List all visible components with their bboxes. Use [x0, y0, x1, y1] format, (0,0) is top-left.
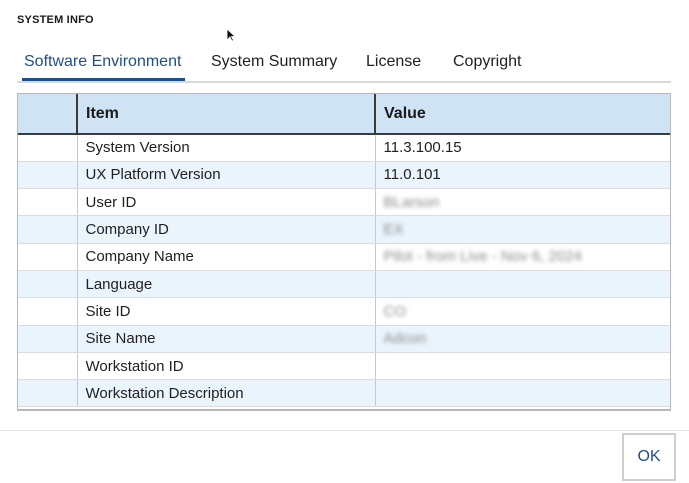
row-selector-cell[interactable] [18, 325, 78, 353]
table-row[interactable]: Workstation ID [18, 352, 670, 381]
table-row[interactable]: User ID BLarson [18, 188, 670, 217]
tab-software-environment[interactable]: Software Environment [21, 50, 186, 81]
row-selector-cell[interactable] [18, 352, 78, 381]
tab-copyright[interactable]: Copyright [453, 50, 521, 79]
value-cell: BLarson [375, 188, 670, 217]
item-cell: System Version [77, 134, 376, 162]
dialog-footer [0, 430, 689, 483]
item-cell: Language [77, 270, 376, 299]
tab-bar: Software Environment System Summary Lice… [17, 50, 671, 83]
mouse-cursor-icon [226, 28, 236, 42]
value-cell [375, 379, 670, 408]
item-cell: Site ID [77, 297, 376, 326]
row-selector-cell[interactable] [18, 379, 78, 408]
table-row[interactable]: Site ID CO [18, 297, 670, 326]
info-grid: Item Value System Version 11.3.100.15 UX P… [17, 93, 671, 411]
redacted-value: Pilot - from Live - Nov 6, 2024 [383, 248, 582, 266]
redacted-value: CO [383, 302, 407, 320]
tab-system-summary[interactable]: System Summary [211, 50, 337, 79]
table-row[interactable]: Company ID EX [18, 215, 670, 244]
item-cell: Company ID [77, 215, 376, 244]
row-selector-header[interactable] [18, 94, 78, 135]
info-table: Item Value System Version 11.3.100.15 UX P… [18, 94, 670, 408]
value-column-header[interactable]: Value [375, 94, 670, 135]
redacted-value: Adcon [383, 330, 427, 348]
tab-license[interactable]: License [366, 50, 421, 79]
system-info-dialog: SYSTEM INFO Software Environment System … [0, 0, 689, 482]
table-row[interactable]: Language [18, 270, 670, 299]
row-selector-cell[interactable] [18, 243, 78, 271]
table-row[interactable]: Site Name Adcon [18, 325, 670, 353]
item-cell: Company Name [77, 243, 376, 271]
row-selector-cell[interactable] [18, 161, 78, 190]
redacted-value: EX [383, 221, 404, 239]
item-cell: Workstation ID [77, 352, 376, 381]
item-column-header[interactable]: Item [77, 94, 376, 135]
redacted-value: BLarson [383, 193, 440, 211]
value-cell: 11.0.101 [375, 161, 670, 190]
row-selector-cell[interactable] [18, 297, 78, 326]
value-cell: CO [375, 297, 670, 326]
value-cell: EX [375, 215, 670, 244]
item-cell: Site Name [77, 325, 376, 353]
row-selector-cell[interactable] [18, 215, 78, 244]
header-row: Item Value [18, 94, 670, 135]
table-row[interactable]: System Version 11.3.100.15 [18, 134, 670, 162]
value-cell: 11.3.100.15 [375, 134, 670, 162]
row-selector-cell[interactable] [18, 134, 78, 162]
value-cell [375, 270, 670, 299]
ok-button[interactable]: OK [622, 433, 676, 481]
item-cell: UX Platform Version [77, 161, 376, 190]
value-cell: Adcon [375, 325, 670, 353]
item-cell: User ID [77, 188, 376, 217]
row-selector-cell[interactable] [18, 270, 78, 299]
value-cell [375, 352, 670, 381]
dialog-title: SYSTEM INFO [17, 14, 94, 26]
table-row[interactable]: UX Platform Version 11.0.101 [18, 161, 670, 190]
table-row[interactable]: Company Name Pilot - from Live - Nov 6, 2… [18, 243, 670, 271]
row-selector-cell[interactable] [18, 188, 78, 217]
item-cell: Workstation Description [77, 379, 376, 408]
value-cell: Pilot - from Live - Nov 6, 2024 [375, 243, 670, 271]
table-row[interactable]: Workstation Description [18, 379, 670, 408]
